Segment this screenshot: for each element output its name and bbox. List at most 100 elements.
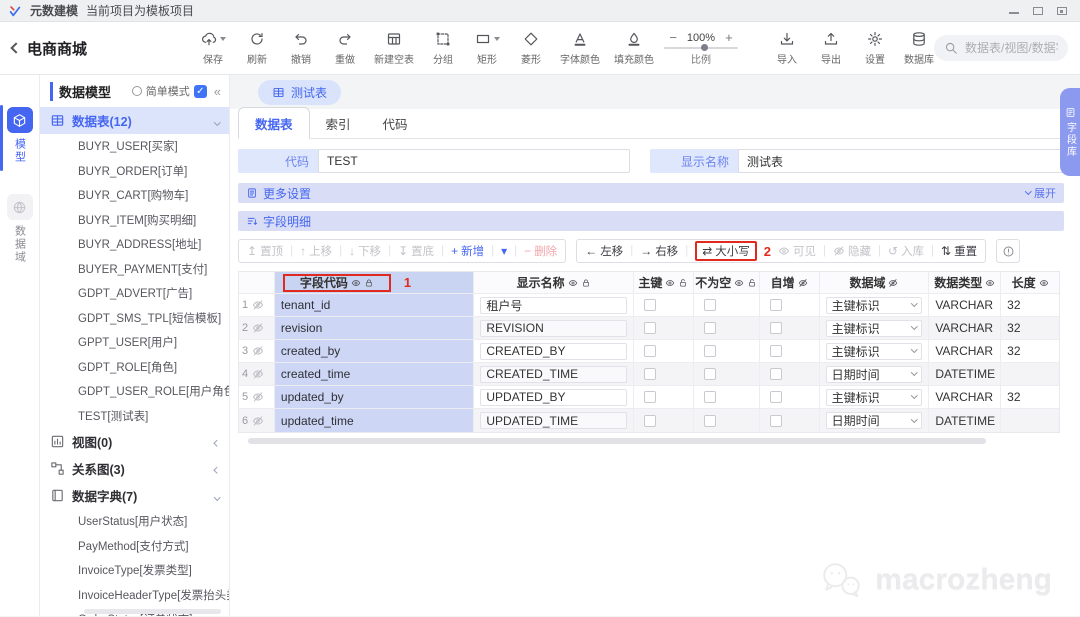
- tool-fill-color-button[interactable]: 填充颜色: [614, 31, 654, 66]
- toggle-case-button[interactable]: ⇄大小写: [695, 241, 757, 261]
- delete-field-button[interactable]: −删除: [524, 243, 557, 259]
- tool-undo-button[interactable]: 撤销: [286, 31, 316, 66]
- sidebar-section-tables[interactable]: 数据表(12): [40, 107, 229, 134]
- open-table-chip[interactable]: 测试表: [258, 80, 341, 105]
- not-null-checkbox[interactable]: [704, 345, 716, 357]
- primary-key-checkbox[interactable]: [644, 415, 656, 427]
- cell-field-code[interactable]: created_time: [275, 363, 474, 385]
- column-header-display-name[interactable]: 显示名称: [474, 272, 634, 293]
- simple-mode-checkbox[interactable]: ✓: [194, 85, 207, 98]
- primary-key-checkbox[interactable]: [644, 368, 656, 380]
- column-header-length[interactable]: 长度: [1001, 272, 1059, 293]
- pin-top-button[interactable]: ↥置顶: [247, 243, 283, 259]
- add-field-caret-button[interactable]: ▾: [501, 244, 507, 258]
- move-right-button[interactable]: →右移: [640, 243, 678, 259]
- cell-field-code[interactable]: updated_by: [275, 386, 474, 408]
- cell-data-type[interactable]: VARCHAR: [929, 294, 1001, 316]
- display-name-input[interactable]: UPDATED_TIME: [480, 412, 627, 429]
- tab-data-table[interactable]: 数据表: [238, 107, 310, 139]
- cell-data-type[interactable]: DATETIME: [929, 363, 1001, 385]
- set-visible-button[interactable]: 可见: [778, 243, 816, 259]
- tree-item[interactable]: TEST[测试表]: [40, 404, 229, 429]
- data-domain-select[interactable]: 日期时间: [826, 366, 923, 383]
- more-settings-bar[interactable]: 更多设置 展开: [238, 183, 1064, 203]
- tree-item[interactable]: GDPT_USER_ROLE[用户角色]: [40, 379, 229, 404]
- auto-increment-checkbox[interactable]: [770, 345, 782, 357]
- not-null-checkbox[interactable]: [704, 415, 716, 427]
- primary-key-checkbox[interactable]: [644, 345, 656, 357]
- auto-increment-checkbox[interactable]: [770, 391, 782, 403]
- tree-item[interactable]: BUYR_ADDRESS[地址]: [40, 232, 229, 257]
- display-name-input[interactable]: [738, 149, 1064, 173]
- cell-data-type[interactable]: VARCHAR: [929, 340, 1001, 362]
- not-null-checkbox[interactable]: [704, 322, 716, 334]
- cell-length[interactable]: 32: [1001, 317, 1059, 339]
- zoom-out-button[interactable]: −: [669, 30, 677, 45]
- data-domain-select[interactable]: 主键标识: [826, 389, 923, 406]
- display-name-input[interactable]: REVISION: [480, 320, 627, 337]
- tree-item[interactable]: GDPT_ROLE[角色]: [40, 355, 229, 380]
- auto-increment-checkbox[interactable]: [770, 368, 782, 380]
- info-button[interactable]: [996, 239, 1020, 263]
- tree-item[interactable]: BUYER_PAYMENT[支付]: [40, 257, 229, 282]
- cell-length[interactable]: [1001, 363, 1059, 385]
- move-down-button[interactable]: ↓下移: [349, 243, 381, 259]
- tool-database-button[interactable]: 数据库: [904, 31, 934, 66]
- reset-fields-button[interactable]: ⇅重置: [941, 243, 977, 259]
- minimize-button[interactable]: [1008, 5, 1020, 16]
- cell-field-code[interactable]: updated_time: [275, 409, 474, 432]
- tool-refresh-button[interactable]: 刷新: [242, 31, 272, 66]
- sidebar-section-dictionaries[interactable]: 数据字典(7): [40, 482, 229, 509]
- sidebar-scrollbar[interactable]: [84, 609, 221, 614]
- tree-item[interactable]: InvoiceType[发票类型]: [40, 558, 229, 583]
- sidebar-collapse-icon[interactable]: «: [214, 84, 221, 99]
- column-header-data-type[interactable]: 数据类型: [929, 272, 1001, 293]
- zoom-slider[interactable]: [664, 47, 738, 49]
- cell-length[interactable]: 32: [1001, 340, 1059, 362]
- not-null-checkbox[interactable]: [704, 391, 716, 403]
- tree-item[interactable]: UserStatus[用户状态]: [40, 509, 229, 534]
- tool-group-button[interactable]: 分组: [428, 31, 458, 66]
- tree-item[interactable]: BUYR_CART[购物车]: [40, 183, 229, 208]
- tree-item[interactable]: GDPT_ADVERT[广告]: [40, 281, 229, 306]
- rail-item-model[interactable]: 模型: [7, 107, 33, 164]
- tree-item[interactable]: GDPT_SMS_TPL[短信模板]: [40, 306, 229, 331]
- tool-diamond-button[interactable]: 菱形: [516, 31, 546, 66]
- expand-toggle[interactable]: 展开: [1026, 185, 1057, 201]
- auto-increment-checkbox[interactable]: [770, 299, 782, 311]
- column-header-field-code[interactable]: 字段代码 1: [275, 272, 474, 293]
- auto-increment-checkbox[interactable]: [770, 415, 782, 427]
- sidebar-section-views[interactable]: 视图(0): [40, 428, 229, 455]
- set-hidden-button[interactable]: 隐藏: [833, 243, 871, 259]
- tab-code[interactable]: 代码: [367, 108, 424, 138]
- tree-item[interactable]: PayMethod[支付方式]: [40, 534, 229, 559]
- cell-field-code[interactable]: created_by: [275, 340, 474, 362]
- cell-field-code[interactable]: tenant_id: [275, 294, 474, 316]
- tool-import-button[interactable]: 导入: [772, 31, 802, 66]
- sidebar-section-relations[interactable]: 关系图(3): [40, 455, 229, 482]
- not-null-checkbox[interactable]: [704, 368, 716, 380]
- tab-index[interactable]: 索引: [310, 108, 367, 138]
- data-domain-select[interactable]: 主键标识: [826, 343, 923, 360]
- auto-increment-checkbox[interactable]: [770, 322, 782, 334]
- global-search[interactable]: [934, 35, 1068, 61]
- to-library-button[interactable]: ↺入库: [888, 243, 924, 259]
- column-header-data-domain[interactable]: 数据域: [820, 272, 930, 293]
- cell-field-code[interactable]: revision: [275, 317, 474, 339]
- tree-item[interactable]: BUYR_ORDER[订单]: [40, 159, 229, 184]
- display-name-input[interactable]: CREATED_BY: [480, 343, 627, 360]
- data-domain-select[interactable]: 日期时间: [826, 412, 923, 429]
- maximize-button[interactable]: [1032, 5, 1044, 16]
- add-field-button[interactable]: +新增: [451, 243, 484, 259]
- column-header-not-null[interactable]: 不为空: [694, 272, 760, 293]
- cell-data-type[interactable]: DATETIME: [929, 409, 1001, 432]
- cell-length[interactable]: 32: [1001, 294, 1059, 316]
- move-left-button[interactable]: ←左移: [585, 243, 623, 259]
- code-input[interactable]: [318, 149, 630, 173]
- display-name-input[interactable]: CREATED_TIME: [480, 366, 627, 383]
- cell-length[interactable]: [1001, 409, 1059, 432]
- data-domain-select[interactable]: 主键标识: [826, 297, 923, 314]
- zoom-in-button[interactable]: +: [725, 30, 733, 45]
- column-header-auto-increment[interactable]: 自增: [760, 272, 820, 293]
- tool-font-color-button[interactable]: 字体颜色: [560, 31, 600, 66]
